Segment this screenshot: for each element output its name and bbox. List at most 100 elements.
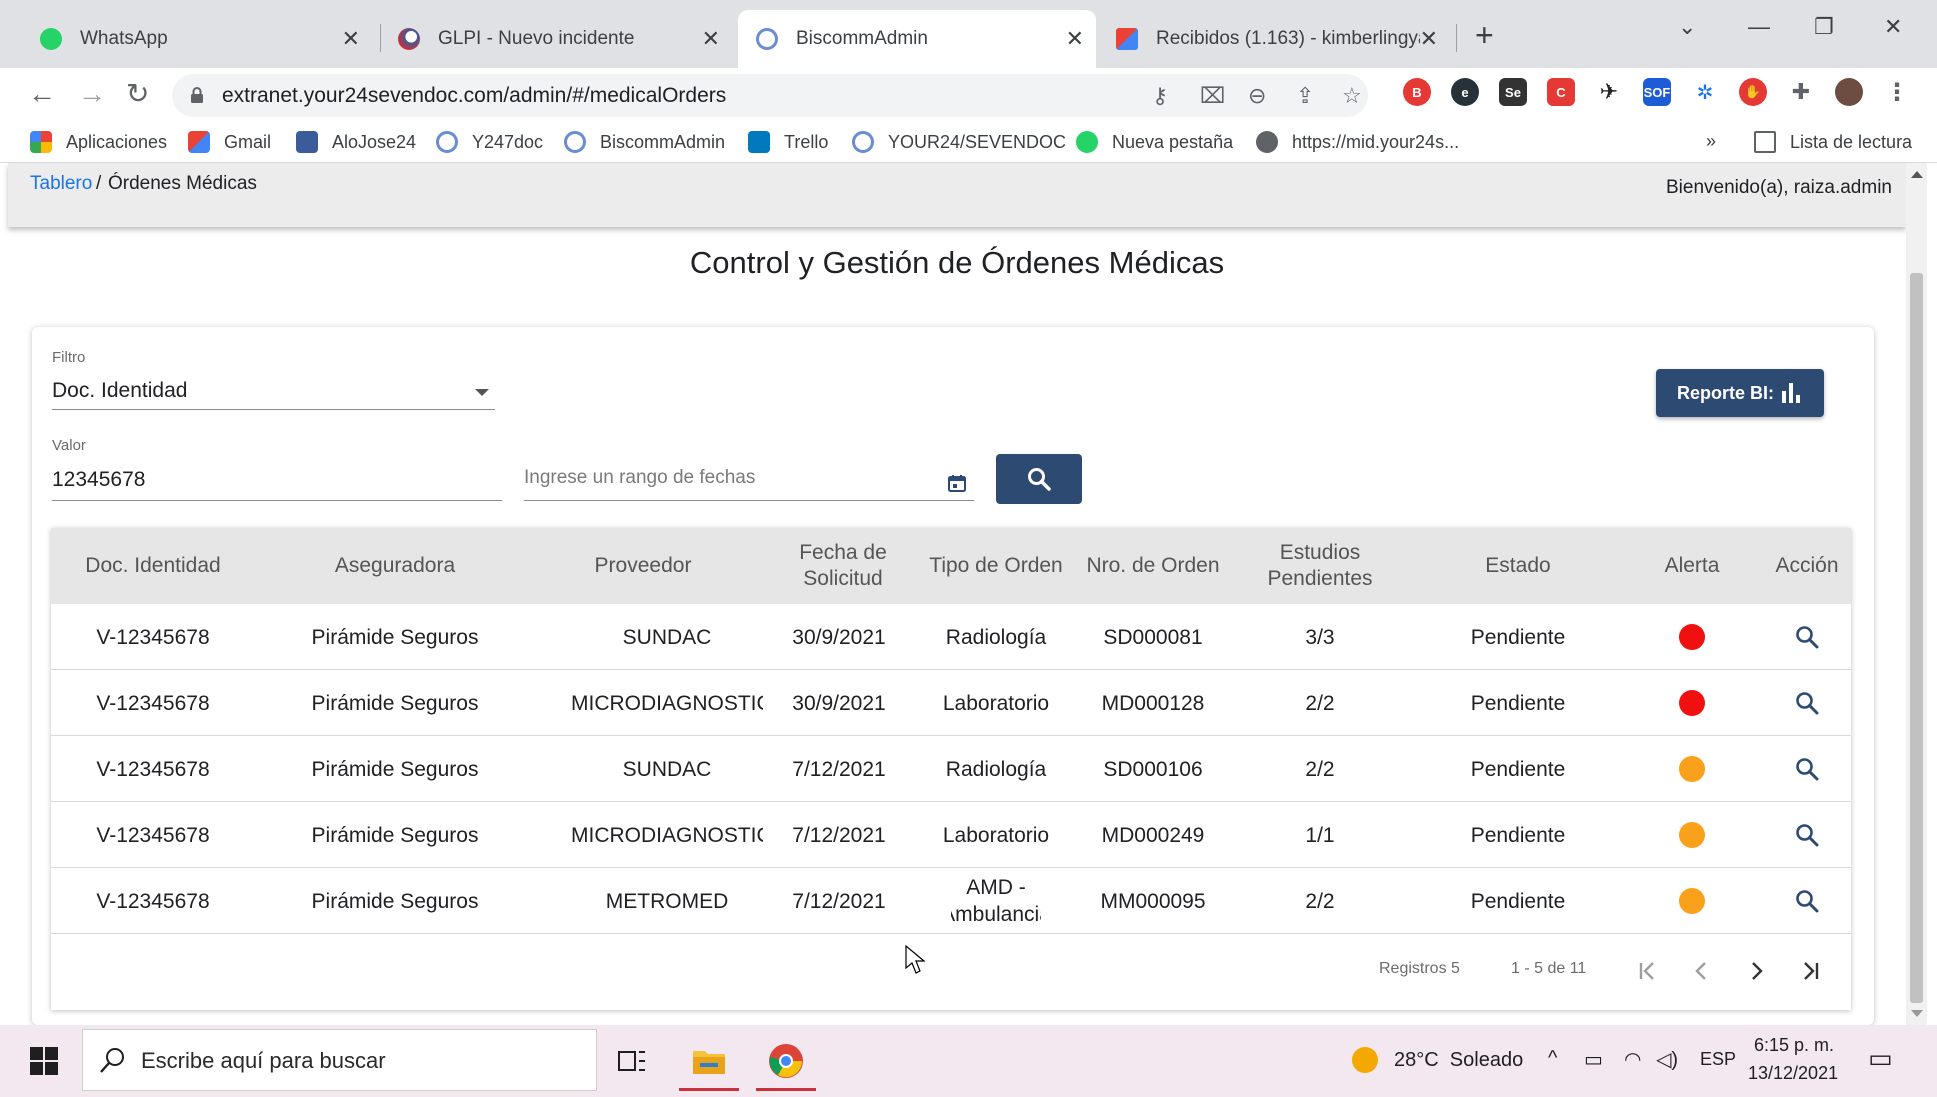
previous-page-button[interactable] xyxy=(1687,956,1717,986)
new-tab-button[interactable]: + xyxy=(1475,19,1494,51)
sof-extension-icon[interactable]: SOF xyxy=(1643,78,1671,106)
column-header[interactable]: Fecha de Solicitud xyxy=(767,528,919,604)
weather-text[interactable]: 28°C Soleado xyxy=(1394,1049,1523,1072)
windows-start-icon[interactable] xyxy=(30,1047,58,1075)
view-detail-search-icon[interactable] xyxy=(1795,757,1819,781)
bookmark-trello[interactable]: Trello xyxy=(748,131,828,153)
tab-glpi[interactable]: GLPI - Nuevo incidente ✕ xyxy=(380,10,732,68)
view-detail-search-icon[interactable] xyxy=(1795,889,1819,913)
page-icon xyxy=(296,131,318,153)
value-input[interactable]: 12345678 xyxy=(52,463,502,501)
bookmark-your24sevendoc[interactable]: YOUR24/SEVENDOC xyxy=(852,131,1066,153)
cell-status: Pendiente xyxy=(1470,889,1566,913)
close-icon[interactable]: ✕ xyxy=(1066,26,1084,52)
date-range-input[interactable]: Ingrese un rango de fechas xyxy=(524,463,974,501)
tab-whatsapp[interactable]: WhatsApp ✕ xyxy=(22,10,372,68)
scrollbar-thumb[interactable] xyxy=(1910,273,1923,1003)
first-page-button[interactable] xyxy=(1633,956,1663,986)
next-page-button[interactable] xyxy=(1741,956,1771,986)
bookmark-mid[interactable]: https://mid.your24s... xyxy=(1256,131,1459,153)
tab-search-icon[interactable]: ⌄ xyxy=(1678,14,1696,40)
column-header[interactable]: Acción xyxy=(1763,528,1851,604)
clock-time[interactable]: 6:15 p. m. xyxy=(1754,1035,1834,1056)
minimize-icon[interactable]: — xyxy=(1748,14,1770,40)
language-indicator[interactable]: ESP xyxy=(1700,1049,1736,1070)
address-bar[interactable]: extranet.your24sevendoc.com/admin/#/medi… xyxy=(172,74,1368,117)
taskbar-chrome[interactable] xyxy=(756,1033,816,1091)
volume-icon[interactable]: ◁) xyxy=(1656,1047,1678,1072)
bookmark-star-icon[interactable]: ☆ xyxy=(1342,83,1362,109)
bookmark-alojose24[interactable]: AloJose24 xyxy=(296,131,416,153)
zoom-icon[interactable]: ⊖ xyxy=(1248,83,1266,109)
extension-icon[interactable]: e xyxy=(1451,78,1479,106)
column-header[interactable]: Estado xyxy=(1407,528,1629,604)
search-button[interactable] xyxy=(996,454,1082,504)
tray-chevron-up-icon[interactable]: ^ xyxy=(1548,1047,1557,1070)
bookmark-apps[interactable]: Aplicaciones xyxy=(30,131,167,153)
column-header[interactable]: Aseguradora xyxy=(255,528,535,604)
menu-kebab-icon[interactable]: ⋮ xyxy=(1883,78,1911,106)
folder-icon xyxy=(693,1051,725,1074)
profile-avatar[interactable] xyxy=(1835,78,1863,106)
bookmarks-overflow-button[interactable]: » xyxy=(1706,131,1716,152)
battery-icon[interactable]: ▭ xyxy=(1584,1047,1603,1072)
extension-icon[interactable]: ✲ xyxy=(1691,78,1719,106)
wifi-icon[interactable]: ◠ xyxy=(1624,1047,1641,1072)
notifications-icon[interactable]: ▭ xyxy=(1868,1043,1893,1074)
forward-icon[interactable]: → xyxy=(78,78,106,110)
bar-chart-icon xyxy=(1782,383,1803,403)
extension-icon[interactable]: ✈ xyxy=(1595,78,1623,106)
extension-icon[interactable]: C xyxy=(1547,78,1575,106)
taskbar-search-box[interactable]: Escribe aquí para buscar xyxy=(82,1029,597,1091)
bookmark-gmail[interactable]: Gmail xyxy=(188,131,271,153)
view-detail-search-icon[interactable] xyxy=(1795,691,1819,715)
reload-icon[interactable]: ↻ xyxy=(126,78,149,110)
clock-date[interactable]: 13/12/2021 xyxy=(1748,1063,1838,1084)
scroll-up-arrow-icon[interactable] xyxy=(1911,171,1923,178)
key-icon[interactable]: ⚷ xyxy=(1152,83,1168,109)
scroll-down-arrow-icon[interactable] xyxy=(1911,1010,1923,1017)
selenium-extension-icon[interactable]: Se xyxy=(1499,78,1527,106)
restore-icon[interactable]: ❐ xyxy=(1814,14,1834,40)
table-row[interactable]: V-12345678 Pirámide Seguros METROMED 7/1… xyxy=(51,868,1851,934)
bookmark-biscommadmin[interactable]: BiscommAdmin xyxy=(564,131,725,153)
column-header[interactable]: Proveedor xyxy=(535,528,751,604)
column-header[interactable]: Estudios Pendientes xyxy=(1233,528,1407,604)
window-close-icon[interactable]: ✕ xyxy=(1884,14,1902,40)
page-scrollbar[interactable] xyxy=(1906,163,1927,1025)
tab-gmail[interactable]: Recibidos (1.163) - kimberlingyar ✕ xyxy=(1098,10,1450,68)
search-icon xyxy=(100,1048,124,1073)
last-page-button[interactable] xyxy=(1795,956,1825,986)
filter-select[interactable]: Doc. Identidad xyxy=(52,375,495,410)
calendar-icon[interactable] xyxy=(948,475,966,492)
weather-sun-icon[interactable] xyxy=(1352,1047,1378,1073)
report-bi-button[interactable]: Reporte BI: xyxy=(1656,369,1824,417)
close-icon[interactable]: ✕ xyxy=(702,26,720,52)
cell-order: MD000249 xyxy=(1101,823,1205,847)
view-detail-search-icon[interactable] xyxy=(1795,625,1819,649)
translate-icon[interactable]: ⌧ xyxy=(1200,83,1225,109)
close-icon[interactable]: ✕ xyxy=(342,26,360,52)
adblock-icon[interactable]: ✋ xyxy=(1739,78,1767,106)
column-header[interactable]: Nro. de Orden xyxy=(1073,528,1233,604)
extension-icon[interactable]: B xyxy=(1403,78,1431,106)
tab-biscommadmin[interactable]: BiscommAdmin ✕ xyxy=(738,10,1096,68)
breadcrumb-link-tablero[interactable]: Tablero xyxy=(30,173,92,195)
reading-list-button[interactable]: Lista de lectura xyxy=(1754,131,1912,153)
extensions-puzzle-icon[interactable]: ✚ xyxy=(1787,78,1815,106)
task-view-button[interactable] xyxy=(602,1033,662,1089)
taskbar-file-explorer[interactable] xyxy=(679,1033,739,1091)
share-icon[interactable]: ⇪ xyxy=(1296,83,1314,109)
close-icon[interactable]: ✕ xyxy=(1419,26,1438,52)
column-header[interactable]: Tipo de Orden xyxy=(919,528,1073,604)
table-row[interactable]: V-12345678 Pirámide Seguros MICRODIAGNOS… xyxy=(51,670,1851,736)
view-detail-search-icon[interactable] xyxy=(1795,823,1819,847)
table-row[interactable]: V-12345678 Pirámide Seguros MICRODIAGNOS… xyxy=(51,802,1851,868)
column-header[interactable]: Alerta xyxy=(1621,528,1763,604)
back-icon[interactable]: ← xyxy=(28,78,56,110)
bookmark-y247doc[interactable]: Y247doc xyxy=(436,131,543,153)
bookmark-nueva-pestana[interactable]: Nueva pestaña xyxy=(1076,131,1233,153)
column-header[interactable]: Doc. Identidad xyxy=(51,528,255,604)
table-row[interactable]: V-12345678 Pirámide Seguros SUNDAC 7/12/… xyxy=(51,736,1851,802)
table-row[interactable]: V-12345678 Pirámide Seguros SUNDAC 30/9/… xyxy=(51,604,1851,670)
